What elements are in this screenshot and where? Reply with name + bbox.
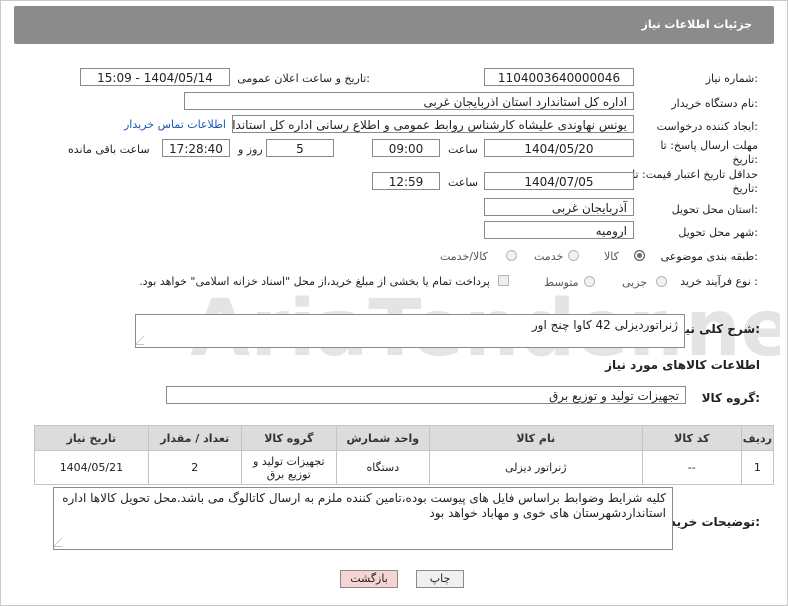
- resize-grip-icon: [134, 336, 153, 345]
- category-goods-label: کالا: [604, 250, 619, 263]
- resize-grip-icon: [52, 538, 71, 547]
- category-service-radio[interactable]: [568, 250, 579, 261]
- cell-group: تجهیزات تولید و توزیع برق: [240, 450, 337, 485]
- items-table: ردیف کد کالا نام کالا واحد شمارش گروه کا…: [34, 425, 775, 485]
- announce-field: 1404/05/14 - 15:09: [80, 68, 230, 86]
- buyer-notes-textarea[interactable]: کلیه شرایط وضوابط براساس فایل های پیوست …: [52, 487, 673, 550]
- price-time-label: ساعت: [448, 176, 478, 189]
- page-title: جزئیات اطلاعات نیاز: [641, 18, 753, 31]
- goods-group-field: تجهیزات تولید و توزیع برق: [166, 386, 686, 404]
- goods-section-title: اطلاعات کالاهای مورد نیاز: [605, 358, 760, 372]
- deadline-date-field: 1404/05/20: [484, 139, 634, 157]
- process-medium-radio[interactable]: [584, 276, 595, 287]
- buyer-notes-text: کلیه شرایط وضوابط براساس فایل های پیوست …: [62, 491, 666, 520]
- col-date: تاریخ نیاز: [34, 425, 149, 451]
- price-time-field: 12:59: [372, 172, 440, 190]
- remaining-time-field: 17:28:40: [162, 139, 230, 157]
- print-button[interactable]: چاپ: [416, 570, 464, 588]
- cell-unit: دستگاه: [335, 450, 430, 485]
- cell-row: 1: [740, 450, 775, 485]
- cell-name: ژنراتور دیزلی: [428, 450, 643, 485]
- days-field: 5: [266, 139, 334, 157]
- goods-group-label: گروه کالا:: [701, 391, 760, 405]
- col-group: گروه کالا: [240, 425, 337, 451]
- category-both-radio[interactable]: [506, 250, 517, 261]
- days-label: روز و: [238, 143, 263, 156]
- category-goods-radio[interactable]: [634, 250, 645, 261]
- province-field: آذربایجان غربی: [484, 198, 634, 216]
- creator-field: یونس نهاوندی علیشاه کارشناس روابط عمومی …: [232, 115, 634, 133]
- category-label: طبقه بندی موضوعی:: [660, 250, 758, 263]
- back-button[interactable]: بازگشت: [340, 570, 398, 588]
- process-partial-radio[interactable]: [656, 276, 667, 287]
- deadline-time-field: 09:00: [372, 139, 440, 157]
- col-qty: تعداد / مقدار: [147, 425, 242, 451]
- description-label: شرح کلی نیاز:: [674, 322, 760, 336]
- buyer-notes-label: توضیحات خریدار:: [658, 515, 760, 529]
- province-label: استان محل تحویل:: [671, 203, 758, 216]
- need-number-field: 1104003640000046: [484, 68, 634, 86]
- table-header-row: ردیف کد کالا نام کالا واحد شمارش گروه کا…: [34, 425, 775, 451]
- payment-note: پرداخت تمام یا بخشی از مبلغ خرید،از محل …: [139, 275, 490, 288]
- buyer-label: نام دستگاه خریدار:: [671, 97, 758, 110]
- city-label: شهر محل تحویل:: [678, 226, 758, 239]
- need-number-label: شماره نیاز:: [705, 72, 758, 85]
- buyer-field: اداره کل استاندارد استان اذربایجان غربی: [184, 92, 634, 110]
- process-partial-label: جزیی: [622, 276, 648, 289]
- cell-date: 1404/05/21: [34, 450, 149, 485]
- price-date-field: 1404/07/05: [484, 172, 634, 190]
- category-both-label: کالا/خدمت: [440, 250, 488, 263]
- page-header: جزئیات اطلاعات نیاز: [14, 6, 774, 44]
- col-code: کد کالا: [641, 425, 742, 451]
- col-unit: واحد شمارش: [335, 425, 430, 451]
- col-name: نام کالا: [428, 425, 643, 451]
- process-label: نوع فرآیند خرید :: [680, 275, 758, 288]
- description-text: ژنراتوردیزلی 42 کاوا چنج اور: [531, 318, 678, 332]
- remaining-label: ساعت باقی مانده: [68, 143, 150, 156]
- creator-label: ایجاد کننده درخواست:: [656, 120, 758, 133]
- contact-buyer-link[interactable]: اطلاعات تماس خریدار: [124, 118, 226, 131]
- city-field: ارومیه: [484, 221, 634, 239]
- deadline-label: مهلت ارسال پاسخ: تا تاریخ:: [660, 139, 758, 166]
- price-validity-label: حداقل تاریخ اعتبار قیمت: تا تاریخ:: [632, 168, 758, 195]
- col-row: ردیف: [740, 425, 775, 451]
- treasury-payment-checkbox[interactable]: [498, 275, 509, 286]
- description-textarea[interactable]: ژنراتوردیزلی 42 کاوا چنج اور: [134, 314, 685, 348]
- cell-code: --: [641, 450, 742, 485]
- process-medium-label: متوسط: [544, 276, 579, 289]
- category-service-label: خدمت: [534, 250, 564, 263]
- deadline-time-label: ساعت: [448, 143, 478, 156]
- announce-label: تاریخ و ساعت اعلان عمومی:: [237, 72, 370, 85]
- cell-qty: 2: [147, 450, 242, 485]
- table-row[interactable]: 1 -- ژنراتور دیزلی دستگاه تجهیزات تولید …: [34, 450, 775, 485]
